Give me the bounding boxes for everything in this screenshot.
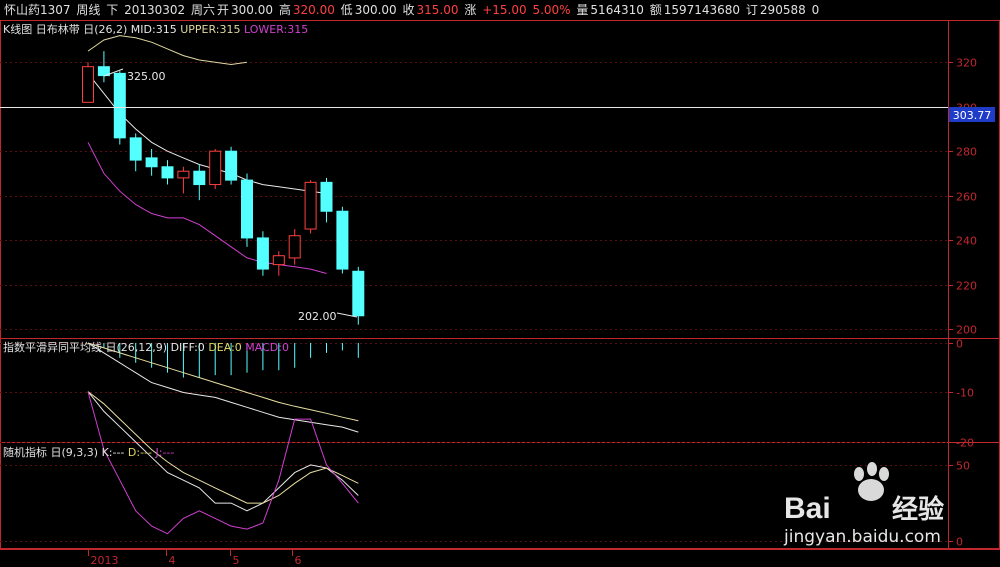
candle-body (177, 170, 190, 179)
candle[interactable] (209, 148, 222, 190)
kdj-title: 随机指标 (3, 446, 47, 459)
main-tick-label: 260 (956, 191, 977, 204)
main-params: (26,2) (94, 23, 128, 36)
candle-body (113, 72, 126, 139)
candle[interactable] (82, 62, 94, 103)
candle-body (352, 270, 365, 317)
low-marker: 202.00 (298, 310, 337, 323)
candle[interactable] (320, 177, 333, 223)
macd-panel-title: 指数平滑异同平均线 日(26,12,9) DIFF:0 DEA:0 MACD:0 (3, 341, 289, 355)
candle[interactable] (272, 251, 285, 276)
candle[interactable] (336, 206, 349, 274)
main-tick-label: 280 (956, 146, 977, 159)
boll-upper-line (87, 35, 248, 66)
main-title: K线图 (3, 23, 33, 36)
baidu-paw-logo: Bai 经验 jingyan.baidu.com (783, 462, 944, 547)
candle-body (225, 150, 238, 181)
kdj-j-label: J:--- (155, 446, 175, 459)
watermark-brand-suffix: 经验 (892, 494, 944, 525)
candle-body (161, 166, 174, 179)
kdj-series (87, 391, 359, 535)
macd-series (87, 342, 359, 433)
main-tick-label: 240 (956, 235, 977, 248)
candle[interactable] (177, 166, 190, 194)
candle-body (288, 235, 301, 259)
macd-params: (26,12,9) (116, 341, 168, 354)
macd-params-prefix[interactable]: 日 (106, 341, 117, 354)
x-tick-label: 6 (295, 554, 302, 567)
watermark-url: jingyan.baidu.com (783, 527, 941, 547)
x-axis: 2013 4 5 6 (88, 549, 302, 567)
macd-diff-label: DIFF:0 (170, 341, 205, 354)
macd-title: 指数平滑异同平均线 (3, 341, 102, 354)
watermark-brand: Bai (784, 492, 831, 525)
candle-body (129, 137, 142, 161)
kdj-d-label: D:--- (127, 446, 152, 459)
x-tick-label: 2013 (91, 554, 119, 567)
x-tick-label: 4 (169, 554, 176, 567)
boll-lower-label: LOWER:315 (244, 23, 309, 36)
candle[interactable] (97, 51, 110, 83)
main-params-prefix[interactable]: 日 (83, 23, 94, 36)
candle-body (304, 181, 317, 230)
macd-tick-label: -10 (956, 387, 974, 400)
high-marker: 325.00 (127, 70, 166, 83)
candle[interactable] (161, 160, 174, 185)
candle[interactable] (145, 148, 158, 176)
candle[interactable] (193, 164, 206, 201)
candle-body (82, 66, 94, 103)
x-tick-label: 5 (233, 554, 240, 567)
baidu-jingyan-watermark: Bai 经验 jingyan.baidu.com (774, 460, 964, 553)
main-tick-label: 320 (956, 57, 977, 70)
crosshair-value: 303.77 (953, 109, 992, 122)
macd-tick-label: 0 (956, 338, 963, 351)
candle[interactable] (241, 173, 253, 247)
boll-upper-label: UPPER:315 (180, 23, 241, 36)
boll-mid-label: MID:315 (130, 23, 177, 36)
candle[interactable] (256, 231, 269, 276)
crosshair: 303.77 (0, 107, 995, 122)
candle[interactable] (288, 229, 301, 265)
candle-body (272, 255, 285, 266)
candles[interactable] (82, 51, 365, 325)
candle-body (209, 150, 222, 186)
main-panel-frame (0, 20, 1000, 339)
main-panel-title: K线图 日布林带 日(26,2) MID:315 UPPER:315 LOWER… (3, 23, 308, 37)
macd-macd-label: MACD:0 (245, 341, 289, 354)
candle-body (145, 157, 158, 168)
kdj-k-label: K:--- (101, 446, 125, 459)
candle-body (193, 170, 206, 186)
candle-body (256, 237, 269, 270)
kdj-panel-title: 随机指标 日(9,3,3) K:--- D:--- J:--- (3, 446, 174, 460)
main-tick-label: 220 (956, 280, 977, 293)
candle-body (336, 210, 349, 270)
macd-tick-label: -20 (956, 437, 974, 450)
main-tick-label: 200 (956, 324, 977, 337)
kdj-params: (9,3,3) (61, 446, 99, 459)
candle-body (241, 179, 253, 239)
candle[interactable] (225, 146, 238, 185)
main-indicator: 日布林带 (35, 23, 80, 36)
candle[interactable] (129, 133, 142, 172)
kdj-j-line (87, 391, 359, 535)
macd-diff-line (87, 342, 359, 433)
macd-dea-label: DEA:0 (208, 341, 242, 354)
kdj-params-prefix[interactable]: 日 (51, 446, 62, 459)
candle[interactable] (304, 180, 317, 234)
candle-body (320, 181, 333, 212)
